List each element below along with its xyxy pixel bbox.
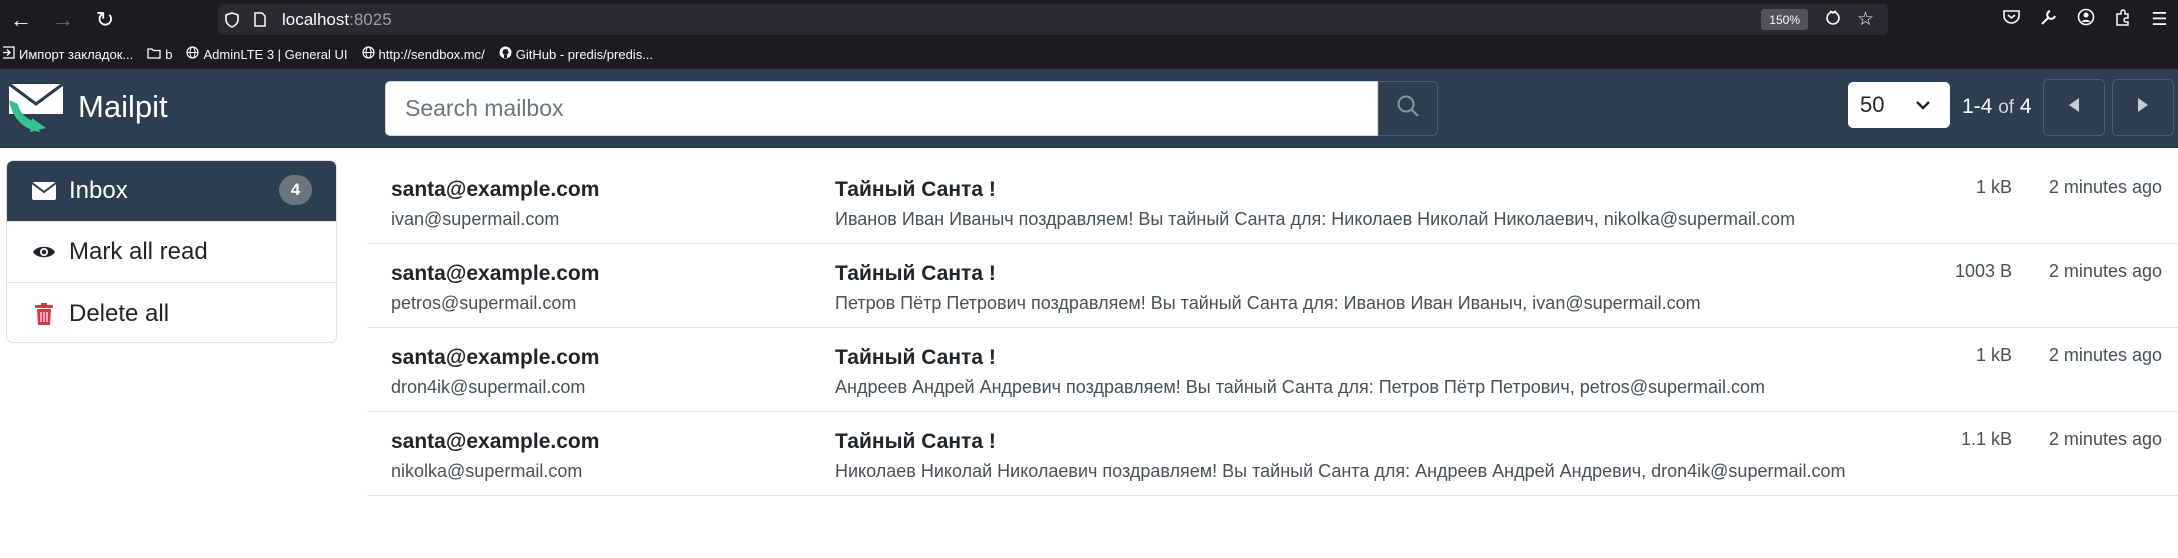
folder-icon	[147, 47, 161, 62]
message-time: 2 minutes ago	[2048, 429, 2162, 449]
brand-title[interactable]: Mailpit	[78, 89, 168, 125]
eye-icon	[31, 244, 57, 260]
sidebar-item-inbox[interactable]: Inbox 4	[7, 161, 336, 222]
prev-page-button[interactable]	[2043, 79, 2105, 136]
back-button[interactable]: ←	[0, 0, 42, 39]
mailpit-logo[interactable]	[6, 78, 66, 134]
bookmark-label: AdminLTE 3 | General UI	[203, 46, 348, 62]
message-time: 2 minutes ago	[2048, 177, 2162, 197]
unread-count-badge: 4	[279, 175, 312, 205]
url-port: :8025	[349, 9, 392, 29]
browser-toolbar: ← → ↻ localhost:8025 150% ☆ ☰	[0, 0, 2178, 39]
message-to: ivan@supermail.com	[391, 209, 560, 229]
github-icon	[499, 46, 512, 62]
message-to: nikolka@supermail.com	[391, 461, 583, 481]
app-navbar: Mailpit 50 1-4 of 4	[0, 69, 2178, 148]
message-size: 1 kB	[1975, 345, 2012, 365]
message-from: santa@example.com	[391, 346, 600, 369]
bookmark-label: http://sendbox.mc/	[378, 46, 485, 62]
bookmarks-bar: Импорт закладок... b AdminLTE 3 | Genera…	[0, 39, 2178, 69]
message-snippet: Петров Пётр Петрович поздравляем! Вы тай…	[835, 293, 1701, 313]
menu-icon[interactable]: ☰	[2141, 9, 2178, 30]
reader-mode-icon[interactable]	[1824, 8, 1842, 32]
message-to: petros@supermail.com	[391, 293, 577, 313]
next-page-button[interactable]	[2112, 79, 2174, 136]
sidebar-item-delete-all[interactable]: Delete all	[7, 283, 336, 342]
zoom-badge[interactable]: 150%	[1761, 9, 1808, 30]
wrench-icon[interactable]	[2030, 9, 2067, 31]
message-time: 2 minutes ago	[2048, 261, 2162, 281]
message-snippet: Иванов Иван Иваныч поздравляем! Вы тайны…	[835, 209, 1796, 229]
bookmark-folder-b[interactable]: b	[147, 47, 172, 62]
message-list: santa@example.com ivan@supermail.com Тай…	[367, 160, 2178, 496]
message-from: santa@example.com	[391, 430, 600, 453]
message-from: santa@example.com	[391, 262, 600, 285]
bookmark-sendbox[interactable]: http://sendbox.mc/	[361, 46, 485, 62]
message-row[interactable]: santa@example.com petros@supermail.com Т…	[367, 244, 2178, 328]
account-icon[interactable]	[2067, 8, 2104, 31]
message-row[interactable]: santa@example.com nikolka@supermail.com …	[367, 412, 2178, 496]
bookmark-github[interactable]: GitHub - predis/predis...	[499, 46, 653, 62]
forward-button[interactable]: →	[42, 0, 84, 39]
per-page-value: 50	[1860, 92, 1885, 117]
message-to: dron4ik@supermail.com	[391, 377, 586, 397]
bookmark-label: Импорт закладок...	[19, 46, 134, 62]
message-size: 1003 B	[1954, 261, 2012, 281]
per-page-select[interactable]: 50	[1848, 82, 1950, 128]
page-range: 1-4	[1962, 95, 1993, 118]
message-subject: Тайный Санта !	[835, 178, 996, 201]
sidebar-item-label: Delete all	[69, 299, 170, 327]
url-text[interactable]: localhost:8025	[282, 10, 392, 30]
pagination-info: 1-4 of 4	[1962, 95, 2032, 119]
reload-button[interactable]: ↻	[84, 0, 126, 39]
message-size: 1.1 kB	[1960, 429, 2012, 449]
caret-right-icon	[2135, 96, 2151, 119]
sidebar-item-label: Mark all read	[69, 238, 208, 265]
url-host: localhost	[282, 9, 350, 29]
message-row[interactable]: santa@example.com dron4ik@supermail.com …	[367, 328, 2178, 412]
chevron-down-icon	[1914, 94, 1932, 120]
bookmark-label: b	[165, 46, 173, 62]
page-total: 4	[2019, 95, 2032, 118]
bookmark-label: GitHub - predis/predis...	[515, 46, 654, 62]
caret-left-icon	[2066, 96, 2082, 119]
message-subject: Тайный Санта !	[835, 262, 996, 285]
message-size: 1 kB	[1975, 177, 2012, 197]
extensions-icon[interactable]	[2104, 8, 2141, 31]
address-bar[interactable]: localhost:8025 150% ☆	[218, 4, 1888, 35]
message-from: santa@example.com	[391, 178, 600, 201]
toolbar-right: ☰	[1993, 0, 2178, 39]
import-icon	[2, 46, 15, 62]
bookmark-import[interactable]: Импорт закладок...	[2, 46, 133, 62]
page-icon[interactable]	[246, 12, 274, 27]
sidebar-item-label: Inbox	[69, 177, 128, 204]
message-row[interactable]: santa@example.com ivan@supermail.com Тай…	[367, 160, 2178, 244]
message-time: 2 minutes ago	[2048, 345, 2162, 365]
pocket-icon[interactable]	[1993, 9, 2030, 30]
search-button[interactable]	[1378, 81, 1438, 136]
message-snippet: Андреев Андрей Андревич поздравляем! Вы …	[835, 377, 1766, 397]
globe-icon	[186, 46, 200, 62]
search-icon	[1396, 94, 1420, 123]
message-subject: Тайный Санта !	[835, 346, 996, 369]
shield-icon[interactable]	[218, 11, 246, 28]
sidebar-item-mark-all-read[interactable]: Mark all read	[7, 222, 336, 283]
message-snippet: Николаев Николай Николаевич поздравляем!…	[835, 461, 1846, 481]
trash-icon	[31, 302, 57, 325]
page-of-label: of	[1998, 97, 2015, 118]
bookmark-star-icon[interactable]: ☆	[1857, 8, 1874, 31]
globe-icon	[361, 46, 375, 62]
sidebar: Inbox 4 Mark all read Delete all	[6, 160, 337, 343]
message-subject: Тайный Санта !	[835, 430, 996, 453]
bookmark-adminlte[interactable]: AdminLTE 3 | General UI	[186, 46, 348, 62]
search-input[interactable]	[385, 81, 1378, 136]
envelope-icon	[31, 182, 57, 200]
